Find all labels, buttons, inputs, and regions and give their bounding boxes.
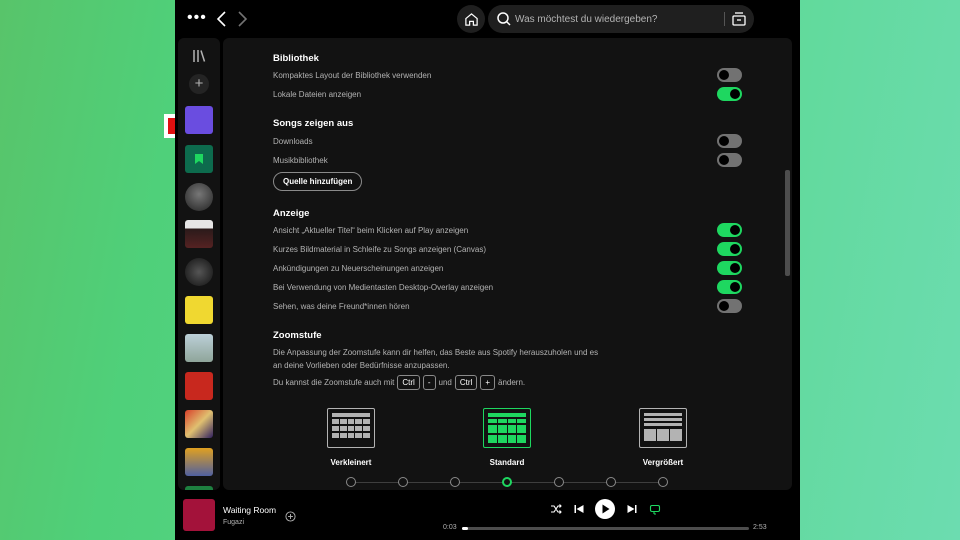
home-icon [464, 12, 478, 26]
setting-label-music-library: Musikbibliothek [273, 156, 328, 165]
zoom-option-small[interactable] [327, 408, 375, 448]
time-total: 2:53 [753, 524, 767, 531]
toggle-desktop-overlay[interactable] [717, 280, 742, 294]
shuffle-icon[interactable] [550, 503, 562, 515]
browse-icon[interactable] [731, 11, 747, 27]
toggle-friend-activity[interactable] [717, 299, 742, 313]
top-bar: ••• [175, 0, 800, 38]
sidebar-cover-red[interactable] [185, 372, 213, 400]
zoom-level-dot-3[interactable] [450, 477, 460, 487]
progress-fill [462, 527, 468, 530]
library-sidebar: + [178, 38, 220, 490]
standard-layout-icon [488, 413, 526, 443]
more-dots-icon[interactable]: ••• [187, 10, 207, 26]
search-divider [724, 12, 725, 26]
settings-scrollbar[interactable] [785, 170, 790, 276]
zoom-level-dot-2[interactable] [398, 477, 408, 487]
now-playing-title[interactable]: Waiting Room [223, 505, 276, 515]
setting-label-local-files: Lokale Dateien anzeigen [273, 90, 362, 99]
setting-label-compact-layout: Kompaktes Layout der Bibliothek verwende… [273, 71, 432, 80]
zoom-label-standard: Standard [489, 458, 525, 467]
library-icon[interactable] [192, 49, 206, 63]
section-title-display: Anzeige [273, 208, 310, 219]
sidebar-cover-group[interactable] [185, 258, 213, 286]
bookmark-icon [195, 154, 203, 164]
player-bar: Waiting Room Fugazi 0:03 2:53 [175, 490, 800, 540]
toggle-music-library[interactable] [717, 153, 742, 167]
next-track-icon[interactable] [626, 503, 638, 515]
sidebar-cover-landscape[interactable] [185, 334, 213, 362]
setting-label-desktop-overlay: Bei Verwendung von Medientasten Desktop-… [273, 283, 494, 292]
progress-bar[interactable] [462, 527, 749, 530]
sidebar-cover-saved-episodes[interactable] [185, 145, 213, 173]
sidebar-cover-artist[interactable] [185, 183, 213, 211]
setting-label-canvas: Kurzes Bildmaterial in Schleife zu Songs… [273, 245, 486, 254]
toggle-new-releases[interactable] [717, 261, 742, 275]
toggle-now-playing-view[interactable] [717, 223, 742, 237]
zoom-option-standard[interactable] [483, 408, 531, 448]
sidebar-cover-collage[interactable] [185, 410, 213, 438]
repeat-icon[interactable] [649, 503, 661, 515]
zoom-label-large: Vergrößert [642, 458, 684, 467]
section-title-songs-from: Songs zeigen aus [273, 118, 354, 129]
add-source-button[interactable]: Quelle hinzufügen [273, 172, 363, 191]
zoom-level-dot-5[interactable] [554, 477, 564, 487]
search-icon [497, 12, 511, 26]
zoom-shortcut-hint: Du kannst die Zoomstufe auch mit Ctrl - … [273, 374, 525, 390]
key-ctrl-2: Ctrl [454, 374, 478, 390]
shortcut-prefix: Du kannst die Zoomstufe auch mit [273, 377, 395, 387]
shortcut-suffix: ändern. [498, 377, 526, 387]
setting-label-friend-activity: Sehen, was deine Freund*innen hören [273, 302, 410, 311]
spotify-app-window: ••• + Bibliothek [175, 0, 800, 540]
zoom-level-dot-7[interactable] [658, 477, 668, 487]
key-plus: + [480, 374, 495, 390]
sidebar-cover-yellow[interactable] [185, 296, 213, 324]
key-ctrl: Ctrl [397, 374, 420, 390]
setting-label-new-releases: Ankündigungen zu Neuerscheinungen anzeig… [273, 264, 444, 273]
toggle-canvas[interactable] [717, 242, 742, 256]
sidebar-cover-band[interactable] [185, 220, 213, 248]
search-bar[interactable] [488, 5, 754, 33]
settings-panel: Bibliothek Kompaktes Layout der Biblioth… [223, 38, 792, 490]
add-to-library-icon[interactable] [285, 511, 296, 522]
zoom-label-small: Verkleinert [330, 458, 372, 467]
large-layout-icon [644, 413, 682, 441]
play-icon [602, 504, 610, 514]
chevron-right-icon[interactable] [235, 9, 249, 29]
setting-label-now-playing-view: Ansicht „Aktueller Titel“ beim Klicken a… [273, 226, 469, 235]
sidebar-cover-purple[interactable] [185, 106, 213, 134]
previous-track-icon[interactable] [573, 503, 585, 515]
search-input[interactable] [515, 5, 720, 33]
toggle-downloads[interactable] [717, 134, 742, 148]
zoom-level-dot-1[interactable] [346, 477, 356, 487]
zoom-option-large[interactable] [639, 408, 687, 448]
toggle-local-files[interactable] [717, 87, 742, 101]
zoom-description: Die Anpassung der Zoomstufe kann dir hel… [273, 348, 599, 370]
home-button[interactable] [457, 5, 485, 33]
zoom-level-dot-6[interactable] [606, 477, 616, 487]
shortcut-and: und [438, 377, 452, 387]
toggle-compact-layout[interactable] [717, 68, 742, 82]
small-layout-icon [332, 413, 370, 438]
now-playing-artist[interactable]: Fugazi [223, 519, 244, 526]
zoom-level-dot-4[interactable] [502, 477, 512, 487]
chevron-left-icon[interactable] [215, 9, 229, 29]
now-playing-cover[interactable] [183, 499, 215, 531]
setting-label-downloads: Downloads [273, 137, 313, 146]
add-playlist-button[interactable]: + [189, 74, 209, 94]
key-minus: - [422, 374, 436, 390]
section-title-library: Bibliothek [273, 53, 319, 64]
time-current: 0:03 [443, 524, 457, 531]
play-button[interactable] [595, 499, 615, 519]
section-title-zoom: Zoomstufe [273, 330, 322, 341]
sidebar-cover-portrait[interactable] [185, 448, 213, 476]
